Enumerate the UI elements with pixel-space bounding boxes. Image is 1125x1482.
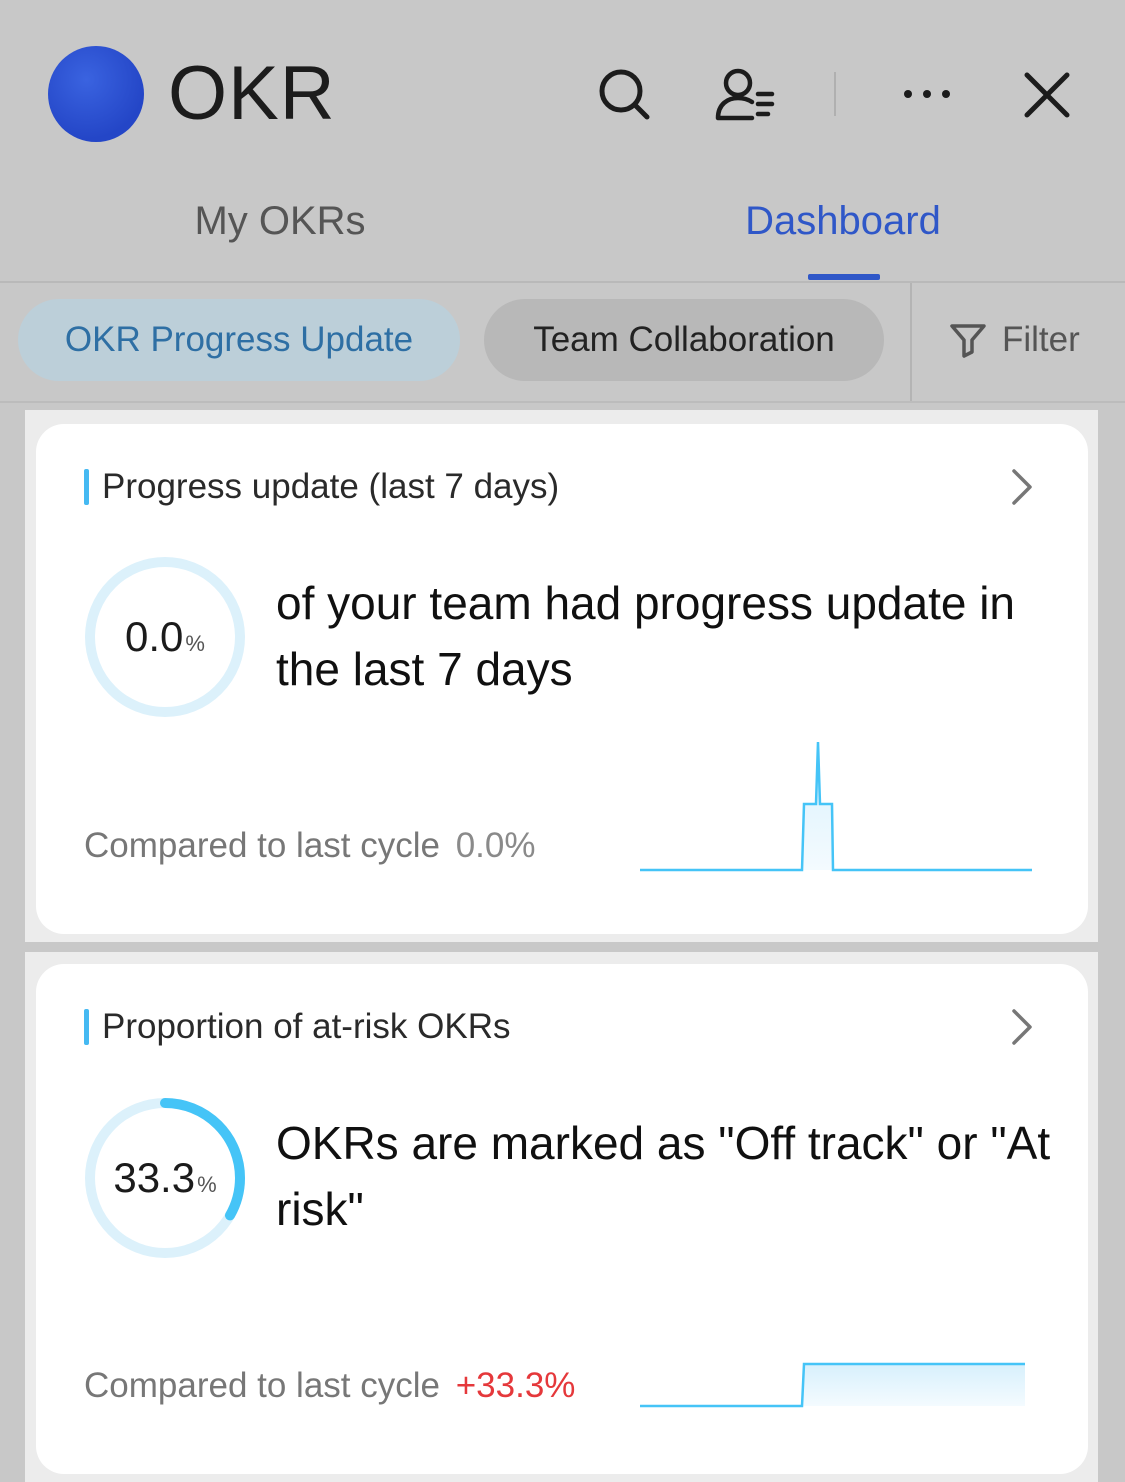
tab-dashboard[interactable]: Dashboard — [693, 197, 993, 245]
tab-my-okrs[interactable]: My OKRs — [130, 197, 430, 245]
card-title-accent — [84, 1009, 89, 1045]
filter-button[interactable]: Filter — [948, 299, 1080, 381]
close-icon[interactable] — [1022, 70, 1072, 120]
header-divider — [834, 72, 836, 116]
card-container-progress: Progress update (last 7 days) 0.0 % of y… — [25, 410, 1098, 942]
percent-value: 0.0 — [125, 613, 184, 660]
compare-label: Compared to last cycle — [84, 1366, 440, 1405]
app-header: OKR — [0, 0, 1125, 185]
compare-value: 0.0% — [455, 826, 536, 865]
filter-chip-bar: OKR Progress Update Team Collaboration F… — [0, 283, 1125, 403]
card-title: Proportion of at-risk OKRs — [102, 1007, 511, 1046]
tab-bar: My OKRs Dashboard — [0, 185, 1125, 283]
trend-sparkline — [640, 1362, 1025, 1408]
at-risk-okrs-card[interactable]: Proportion of at-risk OKRs 33.3 % OKRs a… — [36, 964, 1088, 1474]
filter-label: Filter — [1002, 320, 1080, 359]
card-title: Progress update (last 7 days) — [102, 467, 560, 506]
app-title: OKR — [168, 51, 336, 136]
app-logo — [48, 46, 144, 142]
chip-team-collaboration[interactable]: Team Collaboration — [484, 299, 884, 381]
compare-row: Compared to last cycle 0.0% — [84, 826, 536, 866]
user-list-icon[interactable] — [714, 66, 776, 124]
more-icon[interactable] — [900, 84, 954, 104]
active-tab-indicator — [808, 274, 880, 280]
at-risk-ring: 33.3 % — [82, 1095, 248, 1261]
trend-sparkline — [640, 741, 1032, 872]
card-description: of your team had progress update in the … — [276, 577, 1016, 695]
card-container-at-risk: Proportion of at-risk OKRs 33.3 % OKRs a… — [25, 952, 1098, 1482]
chevron-right-icon[interactable] — [1010, 1008, 1034, 1046]
card-title-accent — [84, 469, 89, 505]
percent-value: 33.3 — [113, 1154, 196, 1201]
percent-unit: % — [197, 1172, 217, 1197]
search-icon[interactable] — [596, 66, 652, 122]
compare-value: +33.3% — [455, 1366, 576, 1405]
compare-row: Compared to last cycle +33.3% — [84, 1366, 575, 1406]
compare-label: Compared to last cycle — [84, 826, 440, 865]
card-description: OKRs are marked as "Off track" or "At ri… — [276, 1117, 1051, 1235]
chevron-right-icon[interactable] — [1010, 468, 1034, 506]
progress-update-card[interactable]: Progress update (last 7 days) 0.0 % of y… — [36, 424, 1088, 934]
chip-okr-progress-update[interactable]: OKR Progress Update — [18, 299, 460, 381]
filter-icon — [950, 324, 986, 358]
chips-divider — [910, 283, 912, 401]
progress-ring: 0.0 % — [82, 554, 248, 720]
percent-unit: % — [185, 631, 205, 656]
